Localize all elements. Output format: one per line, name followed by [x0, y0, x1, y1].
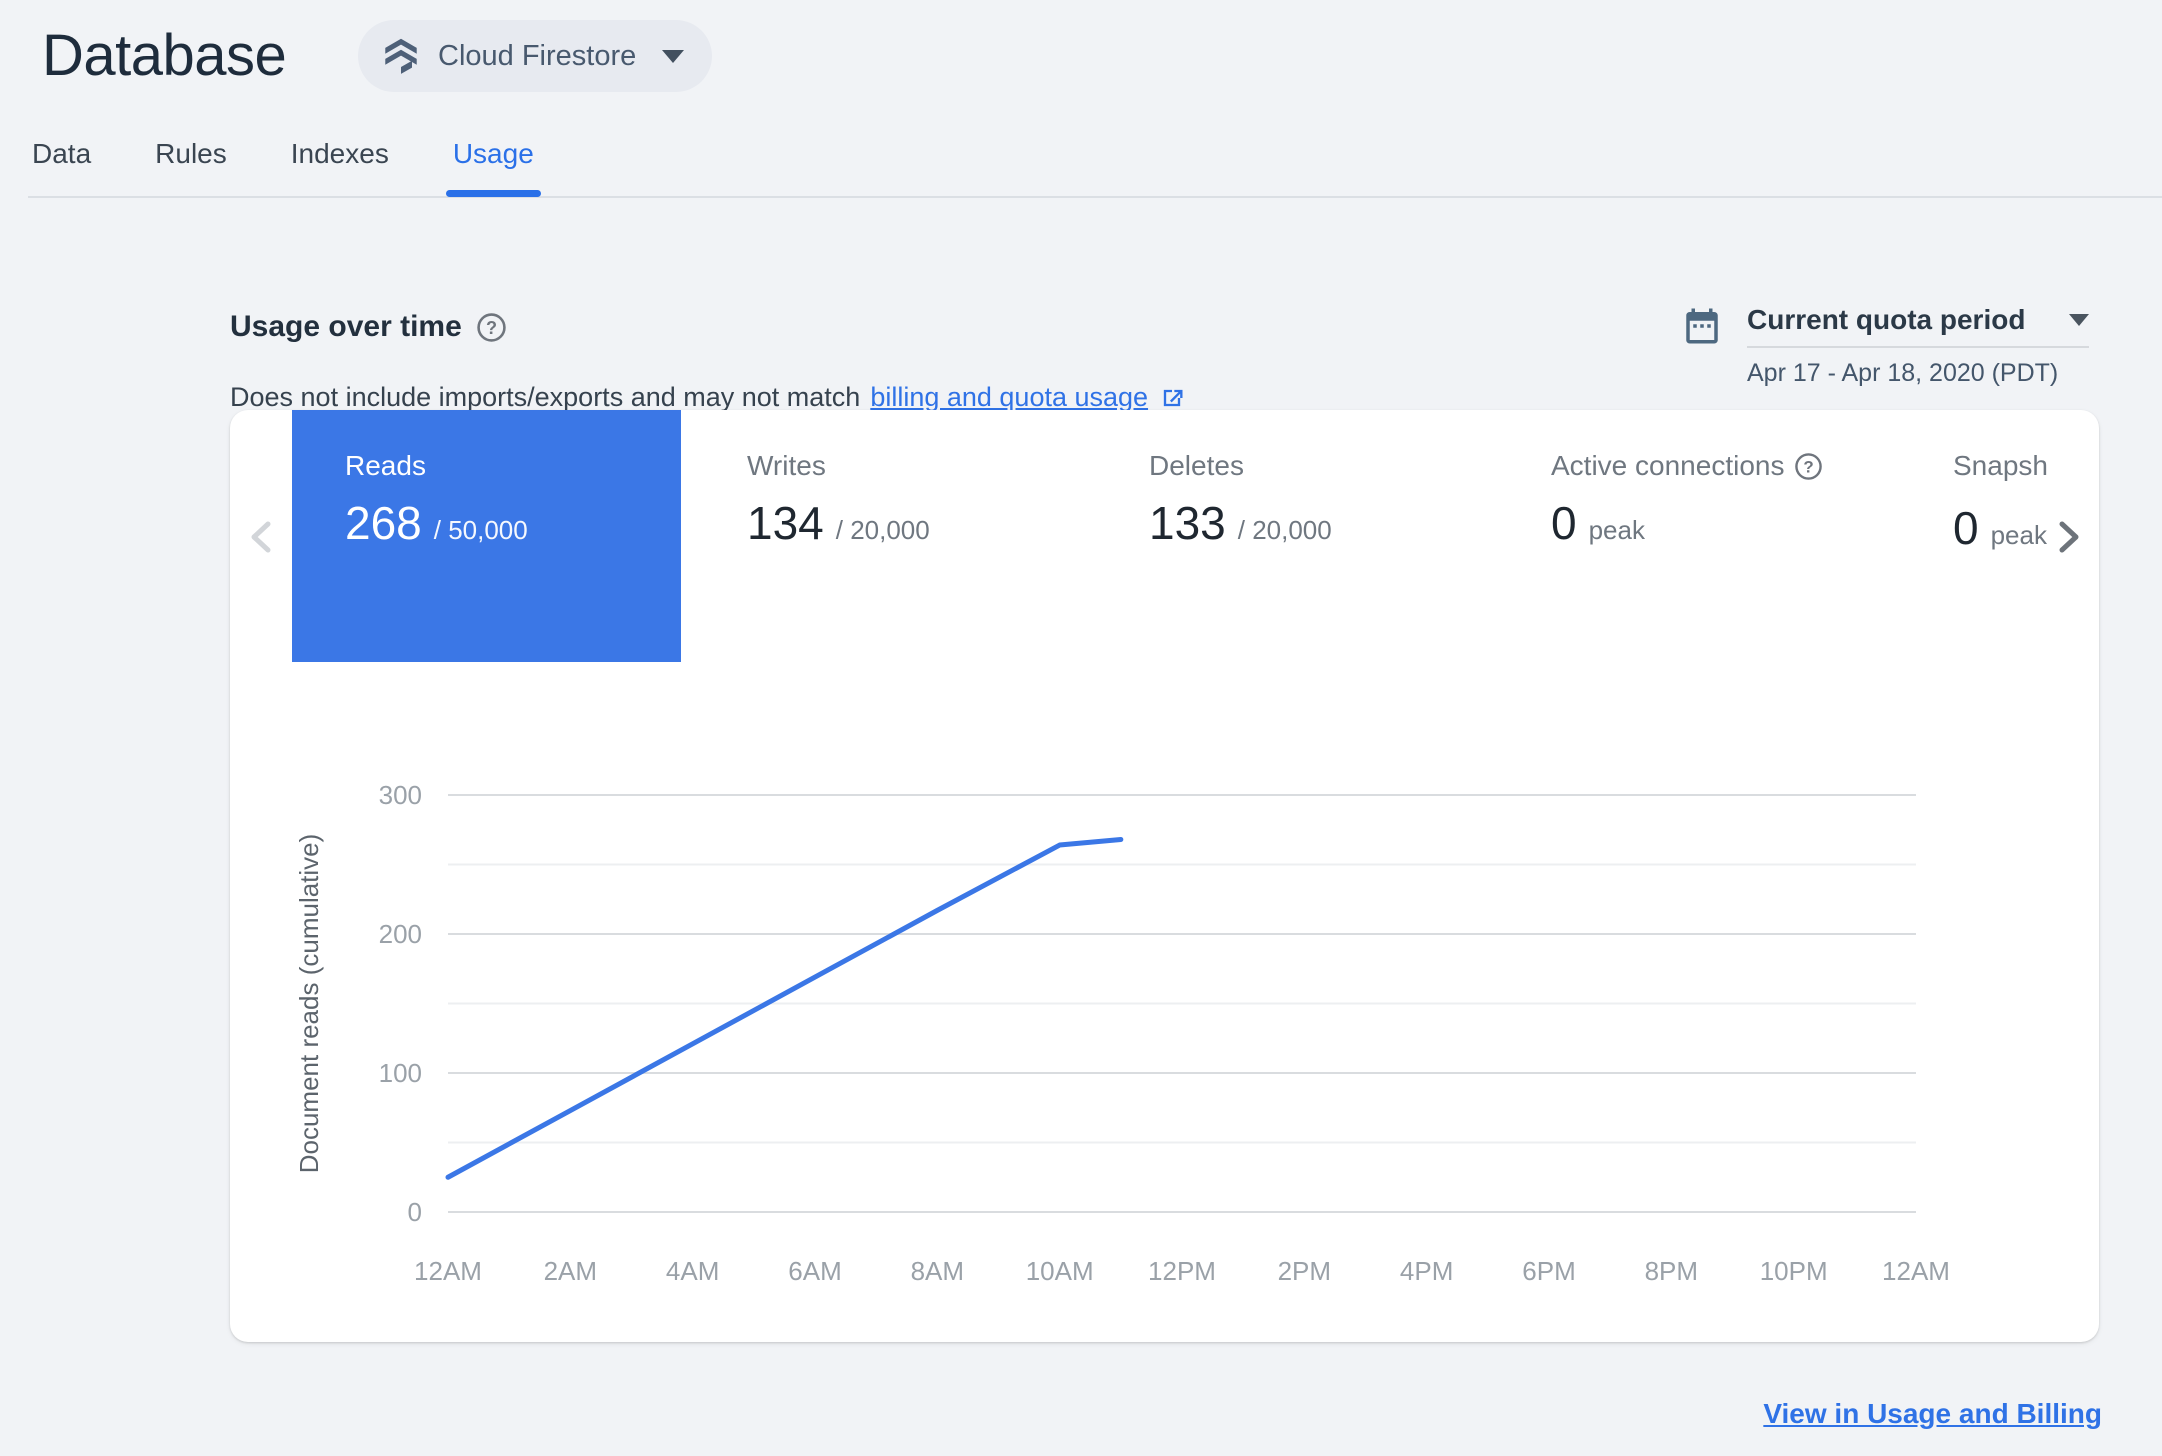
metric-card-suffix: peak	[1990, 520, 2047, 550]
y-axis-title: Document reads (cumulative)	[294, 834, 324, 1174]
firestore-icon	[385, 38, 417, 74]
help-icon[interactable]: ?	[476, 312, 507, 343]
metric-card-suffix: / 50,000	[433, 515, 528, 545]
metric-card-suffix: / 20,000	[1237, 515, 1332, 545]
x-tick-label: 2PM	[1278, 1256, 1331, 1286]
x-tick-label: 10AM	[1026, 1256, 1094, 1286]
tab-bar: Data Rules Indexes Usage	[32, 138, 534, 180]
usage-chart: 0 100 200 300 12AM 2AM 4AM 6AM 8AM 10AM 12PM 2PM 4PM…	[230, 740, 2099, 1320]
metric-card-value: 134	[747, 497, 824, 549]
chevron-left-icon	[251, 521, 271, 553]
quota-period-selector[interactable]: Current quota period Apr 17 - Apr 18, 20…	[1681, 304, 2089, 388]
chevron-down-icon	[2069, 314, 2089, 326]
x-tick-label: 6AM	[788, 1256, 841, 1286]
series-line-document-reads-cumulative-	[445, 836, 1124, 1180]
usage-over-time-title: Usage over time	[230, 310, 462, 343]
tab-divider	[28, 196, 2162, 198]
tab-data[interactable]: Data	[32, 138, 91, 180]
x-tick-label: 2AM	[544, 1256, 597, 1286]
quota-period-range: Apr 17 - Apr 18, 2020 (PDT)	[1747, 359, 2059, 387]
metric-card-suffix: / 20,000	[835, 515, 930, 545]
product-selector-label: Cloud Firestore	[438, 39, 637, 72]
y-tick-label: 300	[379, 780, 422, 810]
y-tick-label: 200	[379, 919, 422, 949]
tab-indexes[interactable]: Indexes	[291, 138, 389, 180]
quota-period-text: Current quota period Apr 17 - Apr 18, 20…	[1747, 304, 2089, 388]
view-usage-billing-link[interactable]: View in Usage and Billing	[1763, 1398, 2102, 1430]
usage-subtitle: Does not include imports/exports and may…	[230, 382, 1186, 413]
metric-card-value: 0	[1551, 497, 1577, 549]
x-tick-label: 4AM	[666, 1256, 719, 1286]
external-link-icon[interactable]	[1158, 384, 1186, 412]
metric-card-label: Snapshot	[1953, 450, 2048, 481]
x-tick-label: 10PM	[1760, 1256, 1828, 1286]
help-icon[interactable]: ?	[1794, 452, 1823, 481]
usage-subtitle-text: Does not include imports/exports and may…	[230, 382, 861, 412]
svg-text:?: ?	[1804, 457, 1814, 476]
metric-card-value: 0	[1953, 502, 1979, 554]
metric-card-deletes[interactable]: Deletes 133 / 20,000	[1096, 410, 1485, 662]
metric-card-label: Reads	[345, 450, 426, 481]
reads-cumulative-line-chart: 0 100 200 300 12AM 2AM 4AM 6AM 8AM 10AM 12PM 2PM 4PM…	[294, 780, 1950, 1286]
svg-text:?: ?	[486, 317, 497, 337]
billing-quota-usage-link[interactable]: billing and quota usage	[870, 382, 1148, 413]
metric-card-label: Active connections?	[1551, 450, 1823, 482]
metric-card-reads[interactable]: Reads 268 / 50,000	[292, 410, 681, 662]
tab-rules[interactable]: Rules	[155, 138, 227, 180]
x-tick-label: 12PM	[1148, 1256, 1216, 1286]
metric-card-value: 268	[345, 497, 422, 549]
chevron-down-icon	[662, 49, 685, 63]
x-tick-label: 6PM	[1522, 1256, 1575, 1286]
quota-period-divider	[1747, 346, 2089, 348]
x-tick-label: 8PM	[1645, 1256, 1698, 1286]
chevron-right-icon	[2059, 521, 2079, 553]
metric-card-suffix: peak	[1588, 515, 1645, 545]
metric-card-writes[interactable]: Writes 134 / 20,000	[694, 410, 1083, 662]
cards-scroll-right-button[interactable]	[2052, 510, 2086, 564]
calendar-icon	[1686, 308, 1718, 344]
metric-card-label: Writes	[747, 450, 826, 481]
cards-scroll-left-button[interactable]	[244, 510, 278, 564]
metric-card-value: 133	[1149, 497, 1226, 549]
usage-section-header: Usage over time ?	[230, 310, 507, 344]
quota-period-label: Current quota period	[1747, 304, 2026, 335]
tab-usage[interactable]: Usage	[453, 138, 534, 180]
x-tick-label: 12AM	[1882, 1256, 1950, 1286]
x-tick-label: 4PM	[1400, 1256, 1453, 1286]
page-title: Database	[42, 23, 287, 88]
x-tick-label: 8AM	[911, 1256, 964, 1286]
metric-card-active-connections[interactable]: Active connections? 0 peak	[1498, 410, 1887, 662]
product-selector[interactable]: Cloud Firestore	[358, 20, 713, 92]
y-tick-label: 100	[379, 1058, 422, 1088]
active-tab-indicator	[446, 190, 541, 197]
y-tick-label: 0	[408, 1197, 422, 1227]
metric-card-label: Deletes	[1149, 450, 1244, 481]
usage-panel: Reads 268/ 50,000 Writes 134/ 20,000 Deletes…	[230, 410, 2099, 1342]
x-tick-label: 12AM	[414, 1256, 482, 1286]
